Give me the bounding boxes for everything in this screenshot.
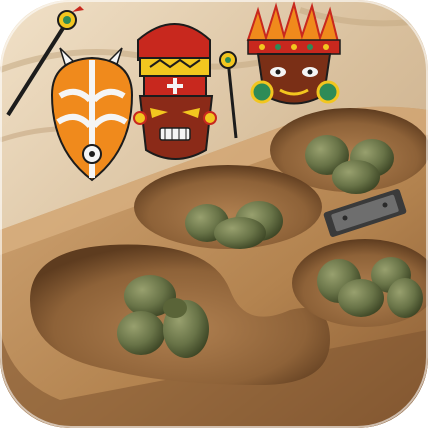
mancala-scene [0,0,428,428]
pit-top-1[interactable] [134,165,322,249]
red-gold-mask [133,23,217,160]
app-icon[interactable] [0,0,428,428]
